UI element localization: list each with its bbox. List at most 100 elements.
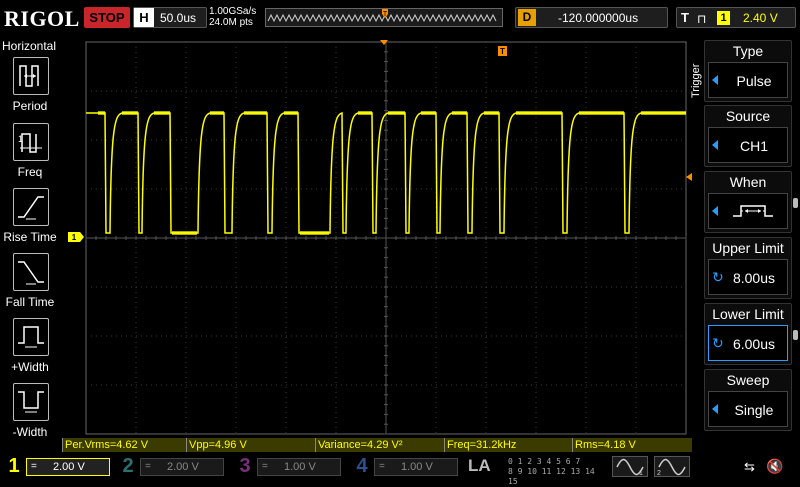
measurement-frequency[interactable]: Freq=31.2kHz — [444, 438, 572, 452]
lower-limit-softkey[interactable]: Lower Limit ↻ 6.00us — [704, 303, 798, 365]
channel-1-scale: 2.00 V — [53, 461, 85, 473]
trigger-key: T — [681, 10, 689, 25]
pulse-trigger-icon: ⊓ — [697, 12, 707, 26]
measure-fall-time-label: Fall Time — [5, 295, 55, 309]
rise-time-icon — [13, 188, 49, 226]
generator-1-status[interactable]: 1 — [612, 456, 648, 477]
svg-text:1: 1 — [72, 233, 77, 242]
channel-3-coupling: = — [262, 461, 268, 472]
graticule: T 1 — [68, 40, 692, 435]
trigger-source-title: Source — [725, 108, 771, 124]
trigger-type-value: Pulse — [736, 73, 772, 89]
digital-row-0: 0 1 2 3 4 5 6 7 — [508, 457, 581, 466]
channel-3-number: 3 — [239, 455, 251, 477]
lower-limit-value: 6.00us — [732, 336, 776, 352]
trigger-marker-t: T — [498, 46, 507, 56]
channel-2-scale: 2.00 V — [167, 461, 199, 473]
run-stop-status[interactable]: STOP — [84, 7, 130, 28]
sweep-value: Single — [734, 402, 774, 418]
period-icon — [13, 57, 49, 95]
trigger-menu: Type Pulse Source CH1 When Upper Limit ↻… — [694, 37, 800, 437]
horizontal-timebase[interactable]: H 50.0us — [133, 7, 207, 28]
logic-analyzer-label[interactable]: LA — [468, 456, 506, 477]
trigger-when-softkey[interactable]: When — [704, 171, 798, 233]
trigger-level: 2.40 V — [743, 11, 778, 25]
digital-channels-status[interactable]: 0 1 2 3 4 5 6 7 8 9 10 11 12 13 14 15 — [508, 457, 598, 486]
trigger-source-field: CH1 — [708, 127, 788, 163]
upper-limit-value: 8.00us — [732, 270, 776, 286]
upper-limit-softkey[interactable]: Upper Limit ↻ 8.00us — [704, 237, 792, 299]
measurement-rms[interactable]: Rms=4.18 V — [572, 438, 692, 452]
channel-4-number: 4 — [356, 455, 368, 477]
channel-4-box: = 1.00 V — [374, 458, 458, 476]
ch1-ground-marker: 1 — [68, 232, 84, 242]
lower-limit-field: ↻ 6.00us — [708, 325, 788, 361]
measurement-bar: Per.Vrms=4.62 V Vpp=4.96 V Variance=4.29… — [62, 438, 692, 452]
horizontal-delay[interactable]: D -120.000000us — [515, 7, 668, 28]
memory-depth: 24.0M pts — [209, 17, 253, 28]
delay-value: -120.000000us — [558, 11, 639, 25]
channel-bar: 1 = 2.00 V 2 = 2.00 V 3 = 1.00 V 4 = 1.0… — [0, 453, 800, 486]
measure-negative-width-label: -Width — [12, 425, 48, 439]
channel-3-scale: 1.00 V — [284, 461, 316, 473]
menu-title: Horizontal — [2, 39, 57, 53]
measurement-per-vrms[interactable]: Per.Vrms=4.62 V — [62, 438, 186, 452]
scroll-indicator — [793, 330, 798, 340]
trigger-status[interactable]: T ⊓ 1 2.40 V — [676, 7, 796, 28]
trigger-source-channel: 1 — [717, 11, 730, 25]
sample-rate: 1.00GSa/s — [209, 6, 257, 17]
measure-rise-time-label: Rise Time — [3, 230, 57, 244]
delay-key: D — [518, 9, 536, 26]
trigger-source-value: CH1 — [739, 138, 768, 154]
top-status-bar: RIGOL STOP H 50.0us 1.00GSa/s 24.0M pts … — [0, 0, 800, 36]
measure-positive-width-label: +Width — [11, 360, 49, 374]
svg-text:1: 1 — [18, 134, 23, 144]
measure-frequency-label: Freq — [17, 165, 43, 179]
trigger-when-title: When — [729, 174, 767, 190]
sine-wave-icon: 1 — [616, 458, 644, 477]
generator-2-status[interactable]: 2 — [654, 456, 690, 477]
measurement-variance[interactable]: Variance=4.29 V² — [315, 438, 444, 452]
trigger-type-softkey[interactable]: Type Pulse — [704, 40, 792, 102]
sine-wave-icon: 2 — [657, 458, 686, 477]
digital-row-1: 8 9 10 11 12 13 14 15 — [508, 467, 595, 486]
svg-text:2: 2 — [657, 470, 661, 476]
memory-waveform-overview: T — [265, 8, 503, 27]
channel-1-number: 1 — [8, 455, 20, 477]
svg-text:T: T — [383, 11, 388, 18]
usb-icon: ⇆ — [744, 459, 755, 474]
acquisition-info: 1.00GSa/s 24.0M pts — [209, 6, 256, 28]
svg-text:1: 1 — [639, 470, 643, 476]
freq-icon: 1 — [13, 123, 49, 161]
positive-width-icon — [13, 318, 49, 356]
scroll-indicator — [793, 198, 798, 208]
timebase-value: 50.0us — [160, 11, 197, 25]
horizontal-measure-menu: Horizontal Period 1 Freq Rise Time Fall … — [0, 37, 60, 439]
select-arrow-icon — [712, 206, 718, 216]
channel-1-coupling: = — [31, 461, 37, 472]
speaker-muted-icon[interactable]: 🔇 — [766, 458, 783, 475]
lower-limit-title: Lower Limit — [712, 306, 784, 322]
channel-4-scale: 1.00 V — [401, 461, 433, 473]
measure-period-label: Period — [12, 99, 48, 113]
svg-text:T: T — [500, 47, 505, 56]
waveform-display[interactable]: T 1 — [62, 40, 692, 436]
upper-limit-title: Upper Limit — [712, 240, 784, 256]
measure-fall-time[interactable]: Fall Time — [0, 253, 60, 315]
trigger-type-field: Pulse — [708, 62, 788, 98]
sweep-field: Single — [708, 391, 788, 427]
channel-4-coupling: = — [379, 461, 385, 472]
trigger-source-softkey[interactable]: Source CH1 — [704, 105, 792, 167]
select-arrow-icon — [712, 404, 718, 414]
sweep-softkey[interactable]: Sweep Single — [704, 369, 792, 431]
pulse-width-range-icon — [733, 205, 773, 217]
measure-frequency[interactable]: 1 Freq — [0, 123, 60, 185]
measurement-vpp[interactable]: Vpp=4.96 V — [186, 438, 315, 452]
measure-rise-time[interactable]: Rise Time — [0, 188, 60, 250]
trigger-when-field — [708, 193, 788, 229]
trigger-level-marker — [686, 173, 692, 181]
channel-2-box: = 2.00 V — [140, 458, 224, 476]
measure-negative-width[interactable]: -Width — [0, 383, 60, 445]
measure-period[interactable]: Period — [0, 57, 60, 119]
measure-positive-width[interactable]: +Width — [0, 318, 60, 380]
